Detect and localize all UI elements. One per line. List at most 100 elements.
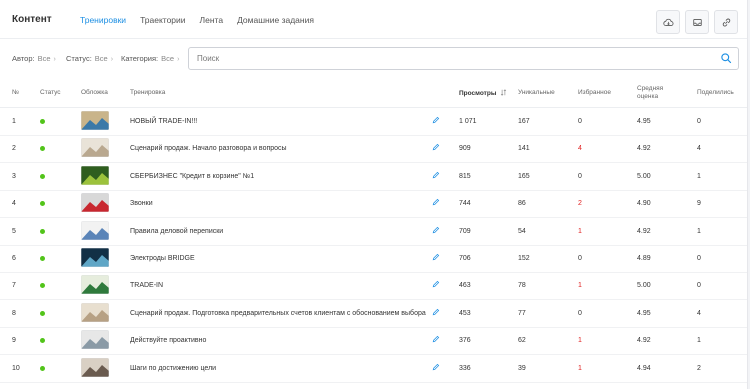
cloud-download-icon (662, 18, 673, 26)
cover-thumbnail[interactable] (81, 302, 109, 322)
rating-value: 4.95 (637, 309, 651, 317)
training-title[interactable]: Шаги по достижению цели (130, 365, 216, 372)
inbox-icon (692, 18, 702, 26)
shared-value: 0 (697, 255, 701, 262)
favorite-value: 0 (578, 255, 582, 262)
views-value: 463 (459, 282, 471, 290)
row-number: 5 (12, 227, 16, 235)
edit-icon[interactable] (432, 308, 440, 316)
table-row[interactable]: 5 Правила деловой переписки 709 54 1 4.92 1 (0, 218, 747, 246)
table-row[interactable]: 3 СБЕРБИЗНЕС "Кредит в корзине" №1 815 165 0… (0, 163, 747, 191)
training-title[interactable]: Сценарий продаж. Начало разговора и вопр… (130, 145, 287, 152)
shared-value: 1 (697, 172, 701, 180)
tabs-bar: Тренировки Траектории Лента Домашние зад… (80, 15, 328, 25)
edit-icon[interactable] (432, 143, 440, 151)
tab-feed[interactable]: Лента (200, 15, 224, 25)
tab-trainings[interactable]: Тренировки (80, 15, 126, 25)
edit-icon[interactable] (432, 198, 440, 206)
shared-value: 4 (697, 309, 701, 317)
table-row[interactable]: 4 Звонки 744 86 2 4.90 9 (0, 190, 747, 219)
link-button[interactable] (714, 10, 738, 34)
rating-value: 5.00 (637, 282, 651, 290)
favorite-value: 1 (578, 227, 582, 235)
views-value: 909 (459, 145, 471, 153)
cover-thumbnail[interactable] (81, 220, 109, 240)
views-value: 376 (459, 337, 471, 345)
cover-thumbnail[interactable] (81, 357, 109, 377)
cover-thumbnail[interactable] (81, 248, 109, 267)
training-title[interactable]: НОВЫЙ TRADE-IN!!! (130, 118, 197, 125)
favorite-value: 0 (578, 118, 582, 125)
favorite-value: 2 (578, 200, 582, 208)
author-filter[interactable]: Автор: Все › (12, 54, 56, 63)
edit-icon[interactable] (432, 253, 440, 261)
chevron-right-icon: › (53, 56, 56, 63)
status-filter[interactable]: Статус: Все › (66, 54, 113, 63)
edit-icon[interactable] (432, 335, 440, 343)
training-title[interactable]: Звонки (130, 200, 153, 207)
table-row[interactable]: 7 TRADE-IN 463 78 1 5.00 0 (0, 272, 747, 301)
status-indicator (40, 146, 45, 152)
unique-value: 54 (518, 227, 526, 235)
row-number: 1 (12, 118, 16, 125)
status-indicator (40, 310, 45, 316)
status-indicator (40, 365, 45, 371)
status-indicator (40, 201, 45, 207)
cover-thumbnail[interactable] (81, 165, 109, 185)
column-header-rating-line1: Средняя (637, 85, 664, 92)
row-number: 8 (12, 309, 16, 317)
status-indicator (40, 256, 45, 261)
cover-thumbnail[interactable] (81, 330, 109, 350)
cover-thumbnail[interactable] (81, 275, 109, 295)
training-title[interactable]: Действуйте проактивно (130, 337, 206, 344)
training-title[interactable]: Электроды BRIDGE (130, 255, 195, 262)
shared-value: 1 (697, 227, 701, 235)
category-filter-value: Все (161, 54, 175, 63)
table-row[interactable]: 2 Сценарий продаж. Начало разговора и воп… (0, 135, 747, 164)
edit-icon[interactable] (432, 171, 440, 179)
rating-value: 4.94 (637, 364, 651, 372)
shared-value: 0 (697, 118, 701, 125)
table-row[interactable]: 8 Сценарий продаж. Подготовка предварител… (0, 300, 747, 328)
table-row[interactable]: 1 НОВЫЙ TRADE-IN!!! 1 071 167 0 4.95 0 (0, 108, 747, 136)
edit-icon[interactable] (432, 363, 440, 371)
views-value: 815 (459, 172, 471, 180)
row-number: 7 (12, 282, 16, 290)
row-number: 2 (12, 145, 16, 153)
section-title: Контент (12, 14, 52, 25)
training-title[interactable]: Правила деловой переписки (130, 228, 223, 235)
status-indicator (40, 119, 45, 124)
cover-thumbnail[interactable] (81, 193, 109, 213)
column-header-views-label: Просмотры (459, 90, 497, 97)
unique-value: 167 (518, 118, 530, 125)
column-header-rating[interactable]: Средняя оценка (637, 85, 663, 107)
chevron-right-icon: › (110, 56, 114, 63)
shared-value: 2 (697, 364, 701, 372)
inbox-button[interactable] (685, 10, 709, 34)
cover-thumbnail[interactable] (81, 111, 109, 130)
author-filter-value: Все (37, 54, 51, 63)
table-row[interactable]: 9 Действуйте проактивно 376 62 1 4.92 1 (0, 327, 747, 356)
search-input[interactable]: Поиск (188, 47, 739, 70)
training-title[interactable]: СБЕРБИЗНЕС "Кредит в корзине" №1 (130, 173, 254, 180)
edit-icon[interactable] (432, 280, 440, 288)
status-filter-label: Статус: (66, 54, 92, 63)
training-title[interactable]: TRADE-IN (130, 282, 163, 289)
training-title[interactable]: Сценарий продаж. Подготовка предваритель… (130, 310, 426, 317)
edit-icon[interactable] (432, 116, 440, 124)
cover-thumbnail[interactable] (81, 138, 109, 158)
category-filter[interactable]: Категория: Все › (121, 54, 179, 63)
download-button[interactable] (656, 10, 680, 34)
tab-trajectories[interactable]: Траектории (140, 15, 185, 25)
edit-icon[interactable] (432, 226, 440, 234)
views-value: 706 (459, 255, 471, 262)
rating-value: 4.92 (637, 227, 651, 235)
row-number: 6 (12, 255, 16, 262)
shared-value: 0 (697, 282, 701, 290)
table-row[interactable]: 6 Электроды BRIDGE 706 152 0 4.89 0 (0, 245, 747, 273)
search-icon[interactable] (720, 52, 732, 64)
tab-homework[interactable]: Домашние задания (237, 15, 314, 25)
table-row[interactable]: 10 Шаги по достижению цели 336 39 1 4.94 2 (0, 355, 747, 383)
row-number: 10 (12, 364, 20, 372)
rating-value: 4.90 (637, 200, 651, 208)
